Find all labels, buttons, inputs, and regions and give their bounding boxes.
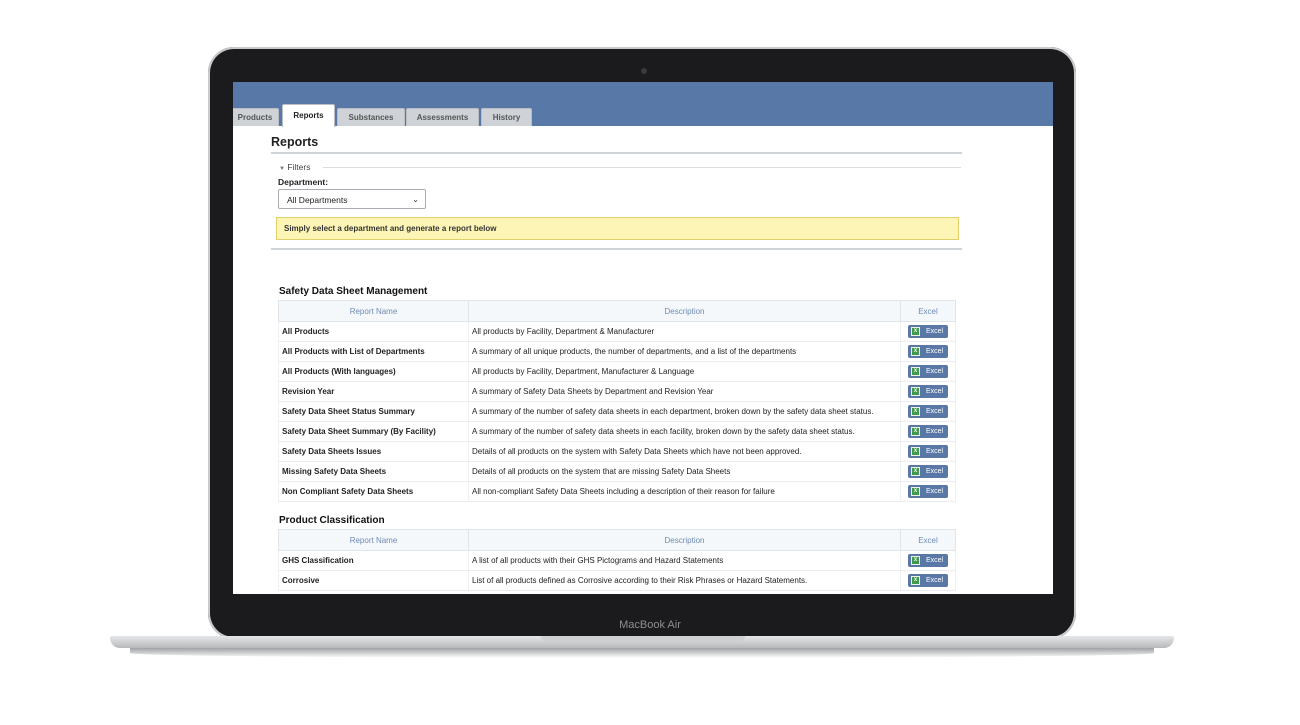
report-description: A list of all products with their GHS Pi… xyxy=(468,550,901,571)
column-header-excel: Excel xyxy=(900,529,956,551)
table-row: Revision Year A summary of Safety Data Sh… xyxy=(278,381,956,402)
table-row: GHS Classification A list of all products… xyxy=(278,550,956,571)
excel-button[interactable]: x Excel xyxy=(908,465,948,478)
excel-button[interactable]: x Excel xyxy=(908,325,948,338)
report-description: A summary of the number of safety data s… xyxy=(468,401,901,422)
title-divider xyxy=(271,152,962,154)
tab-products[interactable]: Products xyxy=(233,108,279,126)
tab-assessments[interactable]: Assessments xyxy=(406,108,479,126)
excel-button[interactable]: x Excel xyxy=(908,554,948,567)
laptop-notch xyxy=(541,636,745,642)
laptop-shadow xyxy=(130,648,1154,658)
filters-divider xyxy=(323,167,961,168)
excel-icon: x xyxy=(911,327,920,336)
report-description: List of all products defined as Corrosiv… xyxy=(468,570,901,591)
excel-icon: x xyxy=(911,347,920,356)
filters-toggle[interactable]: ▼ Filters xyxy=(279,162,310,172)
excel-button[interactable]: x Excel xyxy=(908,445,948,458)
excel-button[interactable]: x Excel xyxy=(908,365,948,378)
caret-down-icon: ▼ xyxy=(279,166,285,172)
report-name: All Products xyxy=(278,321,469,342)
excel-icon: x xyxy=(911,407,920,416)
excel-button[interactable]: x Excel xyxy=(908,574,948,587)
screen: Products Reports Substances Assessments … xyxy=(233,82,1053,594)
excel-button[interactable]: x Excel xyxy=(908,425,948,438)
table-row: All Products All products by Facility, De… xyxy=(278,321,956,342)
table-row: Corrosive List of all products defined as… xyxy=(278,570,956,591)
page-title: Reports xyxy=(271,135,319,149)
report-description: A summary of the number of safety data s… xyxy=(468,421,901,442)
table-row: Missing Safety Data Sheets Details of all… xyxy=(278,461,956,482)
report-name: Safety Data Sheet Summary (By Facility) xyxy=(278,421,469,442)
report-table: Report Name Description Excel All Produc… xyxy=(278,300,956,502)
report-table: Report Name Description Excel GHS Classi… xyxy=(278,529,956,591)
department-value: All Departments xyxy=(287,195,348,205)
report-name: Revision Year xyxy=(278,381,469,402)
excel-button[interactable]: x Excel xyxy=(908,345,948,358)
column-header-description: Description xyxy=(468,300,901,322)
report-name: Safety Data Sheets Issues xyxy=(278,441,469,462)
report-name: Missing Safety Data Sheets xyxy=(278,461,469,482)
filters-label: Filters xyxy=(287,162,311,172)
table-row: Safety Data Sheet Summary (By Facility) A… xyxy=(278,421,956,442)
report-name: GHS Classification xyxy=(278,550,469,571)
table-row: All Products (With languages) All product… xyxy=(278,361,956,382)
excel-icon: x xyxy=(911,487,920,496)
excel-icon: x xyxy=(911,576,920,585)
report-name: All Products (With languages) xyxy=(278,361,469,382)
column-header-description: Description xyxy=(468,529,901,551)
excel-button[interactable]: x Excel xyxy=(908,485,948,498)
excel-button[interactable]: x Excel xyxy=(908,405,948,418)
table-row: Non Compliant Safety Data Sheets All non-… xyxy=(278,481,956,502)
report-description: A summary of all unique products, the nu… xyxy=(468,341,901,362)
tab-reports[interactable]: Reports xyxy=(282,104,335,127)
tab-history[interactable]: History xyxy=(481,108,532,126)
report-description: A summary of Safety Data Sheets by Depar… xyxy=(468,381,901,402)
notice-banner: Simply select a department and generate … xyxy=(276,217,959,240)
section-title: Safety Data Sheet Management xyxy=(279,286,428,297)
table-row: Safety Data Sheets Issues Details of all … xyxy=(278,441,956,462)
table-row: Safety Data Sheet Status Summary A summar… xyxy=(278,401,956,422)
report-description: All products by Facility, Department, Ma… xyxy=(468,361,901,382)
table-row: All Products with List of Departments A s… xyxy=(278,341,956,362)
report-description: Details of all products on the system th… xyxy=(468,461,901,482)
excel-icon: x xyxy=(911,467,920,476)
column-header-report-name: Report Name xyxy=(278,529,469,551)
excel-icon: x xyxy=(911,387,920,396)
chevron-down-icon: ⌄ xyxy=(412,195,419,204)
column-header-excel: Excel xyxy=(900,300,956,322)
section-divider xyxy=(271,248,962,250)
column-header-report-name: Report Name xyxy=(278,300,469,322)
report-name: Corrosive xyxy=(278,570,469,591)
excel-icon: x xyxy=(911,447,920,456)
excel-icon: x xyxy=(911,556,920,565)
report-name: Non Compliant Safety Data Sheets xyxy=(278,481,469,502)
report-description: All products by Facility, Department & M… xyxy=(468,321,901,342)
report-name: All Products with List of Departments xyxy=(278,341,469,362)
device-label: MacBook Air xyxy=(619,619,681,631)
excel-button[interactable]: x Excel xyxy=(908,385,948,398)
section-title: Product Classification xyxy=(279,515,385,526)
excel-icon: x xyxy=(911,367,920,376)
tab-substances[interactable]: Substances xyxy=(337,108,405,126)
report-name: Safety Data Sheet Status Summary xyxy=(278,401,469,422)
report-description: Details of all products on the system wi… xyxy=(468,441,901,462)
department-label: Department: xyxy=(278,177,329,187)
department-select[interactable]: All Departments ⌄ xyxy=(278,189,426,209)
report-description: All non-compliant Safety Data Sheets inc… xyxy=(468,481,901,502)
camera-icon xyxy=(641,68,647,74)
excel-icon: x xyxy=(911,427,920,436)
